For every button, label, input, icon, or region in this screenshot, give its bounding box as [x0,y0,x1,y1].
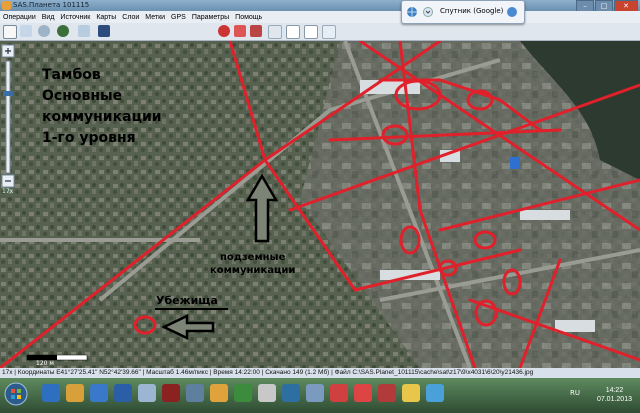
grid-tool-icon[interactable] [286,25,300,39]
underground-line-2: коммуникации [210,265,296,276]
media-icon[interactable] [90,384,108,402]
app-icon-9[interactable] [234,384,252,402]
shelter-label: Убежища [156,294,218,307]
zoom-level: 17x [2,188,14,195]
app-icon-6[interactable] [162,384,180,402]
source-selector-panel[interactable]: Спутник (Google) [401,0,525,24]
chevron-down-icon[interactable] [423,7,433,17]
map-heading: Тамбов Основные коммуникации 1-го уровня [42,65,162,149]
globe-tool-icon[interactable] [57,25,69,37]
menu-settings[interactable]: Параметры [189,14,232,21]
underground-line-1: подземные [220,252,286,263]
yandex-icon[interactable] [330,384,348,402]
globe-icon[interactable] [406,6,418,18]
start-icon[interactable] [4,382,28,406]
app-icon-14[interactable] [354,384,372,402]
menu-maps[interactable]: Карты [93,14,119,21]
app-icon-11[interactable] [282,384,300,402]
zoom-slider-track[interactable] [5,60,11,174]
menu-source[interactable]: Источник [57,14,93,21]
heading-line-1: Тамбов [42,67,101,83]
edit-tool-icon[interactable] [268,25,282,39]
mark-line-icon[interactable] [234,25,246,37]
menu-gps[interactable]: GPS [168,14,189,21]
heading-line-3: коммуникации [42,109,162,125]
app-icon-5[interactable] [138,384,156,402]
ie-icon[interactable] [42,384,60,402]
zoom-slider-handle[interactable] [3,91,13,96]
app-icon-17[interactable] [426,384,444,402]
folder-icon[interactable] [66,384,84,402]
settings-tool-icon[interactable] [322,25,336,39]
menu-view[interactable]: Вид [39,14,58,21]
scale-text: 120 м [36,360,54,367]
app-icon-12[interactable] [306,384,324,402]
gps-tool-icon[interactable] [98,25,110,37]
window-controls: – □ ✕ [576,0,638,12]
menu-operations[interactable]: Операции [0,14,39,21]
mark-point-icon[interactable] [218,25,230,37]
mark-poly-icon[interactable] [250,25,262,37]
source-label: Спутник (Google) [440,7,504,15]
language-indicator[interactable]: RU [570,389,580,397]
map-view[interactable]: Тамбов Основные коммуникации 1-го уровня… [0,41,640,368]
layer-globe-icon[interactable] [506,6,518,18]
app-icon-10[interactable] [258,384,276,402]
select-tool-icon[interactable] [3,25,17,39]
heading-line-4: 1-го уровня [42,130,136,146]
toolbar [0,23,640,41]
clock-date: 07.01.2013 [596,396,632,403]
heading-line-2: Основные [42,88,123,104]
app-icon [2,1,11,10]
app-icon-15[interactable] [378,384,396,402]
window-title: SAS.Планета 101115 [13,1,90,9]
zoom-tool-icon[interactable] [38,25,50,37]
status-bar: 17x | Координаты E41°27'25.41" N52°42'39… [0,368,640,378]
sasplanet-taskbar-icon[interactable] [210,384,228,402]
app-icon-7[interactable] [186,384,204,402]
menu-help[interactable]: Помощь [232,14,265,21]
title-bar: SAS.Планета 101115 – □ ✕ [0,0,640,12]
ruler-tool-icon[interactable] [78,25,90,37]
underground-label: подземные коммуникации [210,251,295,277]
zoom-control: 17x [0,41,16,195]
menu-layers[interactable]: Слои [119,14,142,21]
taskbar: RU 14:22 07.01.2013 [0,378,640,413]
chrome-icon[interactable] [402,384,420,402]
move-tool-icon[interactable] [20,25,32,37]
clock-time: 14:22 [605,387,624,394]
menu-marks[interactable]: Метки [142,14,168,21]
grid-tool-2-icon[interactable] [304,25,318,39]
clock[interactable]: 14:22 07.01.2013 [597,386,632,404]
word-icon[interactable] [114,384,132,402]
menu-bar: Операции Вид Источник Карты Слои Метки G… [0,11,640,23]
